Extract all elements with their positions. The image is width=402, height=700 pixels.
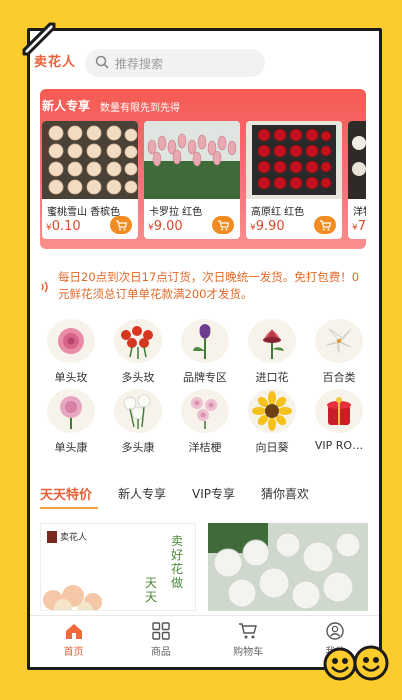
product-name: 卡罗拉 红色 — [149, 207, 203, 218]
lily-icon — [315, 319, 363, 363]
product-card[interactable]: 洋牡 ¥7 — [348, 121, 366, 239]
active-tab-indicator — [40, 507, 98, 509]
promo-slogan: 卖好花做 — [171, 534, 184, 590]
category-sunflower[interactable]: 向日葵 — [241, 389, 303, 455]
category-row: 单头康 多头康 洋桔梗 向日葵 VIP RO… — [40, 389, 370, 455]
cart-icon — [239, 623, 258, 639]
rose-spray-icon — [114, 319, 162, 363]
promo-slogan-2: 天天 — [145, 576, 158, 604]
flower-basket-image — [43, 585, 102, 610]
product-card[interactable]: 卡罗拉 红色 ¥9.00 — [144, 121, 240, 239]
search-icon — [95, 54, 109, 73]
product-price: ¥0.10 — [46, 219, 81, 234]
category-spray-carnation[interactable]: 多头康 — [107, 389, 169, 455]
top-bar: 卖花人 推荐搜索 — [30, 47, 379, 79]
cart-icon — [116, 219, 127, 230]
nav-label: 购物车 — [233, 647, 264, 658]
product-image — [348, 121, 366, 199]
carnation-icon — [47, 389, 95, 433]
category-label: 向日葵 — [255, 441, 289, 454]
category-label: VIP RO… — [314, 439, 364, 452]
category-lily[interactable]: 百合类 — [308, 319, 370, 385]
spray-carnation-icon — [114, 389, 162, 433]
user-icon — [326, 622, 345, 640]
category-brand-zone[interactable]: 品牌专区 — [174, 319, 236, 385]
category-single-carnation[interactable]: 单头康 — [40, 389, 102, 455]
nav-products[interactable]: 商品 — [117, 616, 204, 667]
category-single-rose[interactable]: 单头玫 — [40, 319, 102, 385]
cart-icon — [218, 219, 229, 230]
new-user-title: 新人专享 — [42, 99, 91, 113]
tab-new-user[interactable]: 新人专享 — [118, 485, 166, 502]
search-placeholder: 推荐搜索 — [115, 56, 164, 71]
product-price: ¥7 — [352, 219, 366, 234]
category-label: 单头康 — [54, 441, 88, 454]
nav-label: 商品 — [150, 647, 171, 658]
rose-pink-icon — [47, 319, 95, 363]
category-row: 单头玫 多头玫 品牌专区 进口花 百合类 — [40, 319, 370, 385]
tulip-icon — [181, 319, 229, 363]
category-label: 单头玫 — [54, 371, 88, 384]
nav-cart[interactable]: 购物车 — [205, 616, 292, 667]
notice-bar: 每日20点到次日17点订货，次日晚统一发货。免打包费！0元鲜花须总订单单花款满2… — [40, 269, 366, 315]
product-card[interactable]: 高原红 红色 ¥9.90 — [246, 121, 342, 239]
eustoma-icon — [181, 389, 229, 433]
cart-icon — [320, 219, 331, 230]
nav-label: 首页 — [63, 647, 84, 658]
tab-recommended[interactable]: 猜你喜欢 — [261, 485, 309, 502]
page-fold-decoration — [22, 22, 56, 56]
add-to-cart-button[interactable] — [314, 216, 336, 234]
add-to-cart-button[interactable] — [110, 216, 132, 234]
category-label: 进口花 — [255, 371, 289, 384]
product-card[interactable]: 蜜桃雪山 香槟色 ¥0.10 — [42, 121, 138, 239]
protea-icon — [248, 319, 296, 363]
product-image — [144, 121, 240, 199]
sunflower-icon — [248, 389, 296, 433]
product-name: 高原红 红色 — [251, 207, 305, 218]
category-imported[interactable]: 进口花 — [241, 319, 303, 385]
new-user-subtitle: 数量有限先到先得 — [100, 103, 180, 114]
tab-vip[interactable]: VIP专享 — [192, 485, 235, 502]
product-tabs: 天天特价 新人专享 VIP专享 猜你喜欢 — [40, 481, 370, 505]
category-vip-rose[interactable]: VIP RO… — [308, 389, 370, 455]
product-name: 蜜桃雪山 香槟色 — [47, 207, 121, 218]
eustoma-bouquet-image — [208, 523, 368, 611]
product-price: ¥9.00 — [148, 219, 183, 234]
smiley-icon — [353, 645, 389, 681]
category-spray-rose[interactable]: 多头玫 — [107, 319, 169, 385]
product-price: ¥9.90 — [250, 219, 285, 234]
nav-home[interactable]: 首页 — [30, 616, 117, 667]
notice-text: 每日20点到次日17点订货，次日晚统一发货。免打包费！0元鲜花须总订单单花款满2… — [58, 270, 360, 301]
vip-rose-box-icon — [315, 389, 363, 433]
category-label: 品牌专区 — [183, 371, 227, 384]
category-label: 多头玫 — [121, 371, 155, 384]
category-eustoma[interactable]: 洋桔梗 — [174, 389, 236, 455]
phone-frame: 卖花人 推荐搜索 新人专享 数量有限先到先得 蜜桃雪山 香槟色 ¥0.10 卡罗… — [27, 28, 382, 670]
category-label: 多头康 — [121, 441, 155, 454]
category-label: 洋桔梗 — [188, 441, 222, 454]
category-label: 百合类 — [322, 371, 356, 384]
speaker-icon — [40, 269, 58, 315]
product-image — [246, 121, 342, 199]
grid-icon — [152, 622, 170, 640]
promo-logo: 卖花人 — [47, 530, 87, 543]
search-input[interactable]: 推荐搜索 — [85, 49, 265, 77]
new-user-banner: 新人专享 数量有限先到先得 蜜桃雪山 香槟色 ¥0.10 卡罗拉 红色 ¥9.0… — [40, 89, 366, 249]
home-icon — [65, 624, 82, 639]
promo-card-left[interactable]: 卖花人 卖好花做 天天 — [40, 523, 196, 611]
add-to-cart-button[interactable] — [212, 216, 234, 234]
promo-card-right[interactable] — [208, 523, 368, 611]
product-image — [42, 121, 138, 199]
product-name: 洋牡 — [353, 207, 366, 218]
tab-daily-deals[interactable]: 天天特价 — [40, 484, 92, 503]
